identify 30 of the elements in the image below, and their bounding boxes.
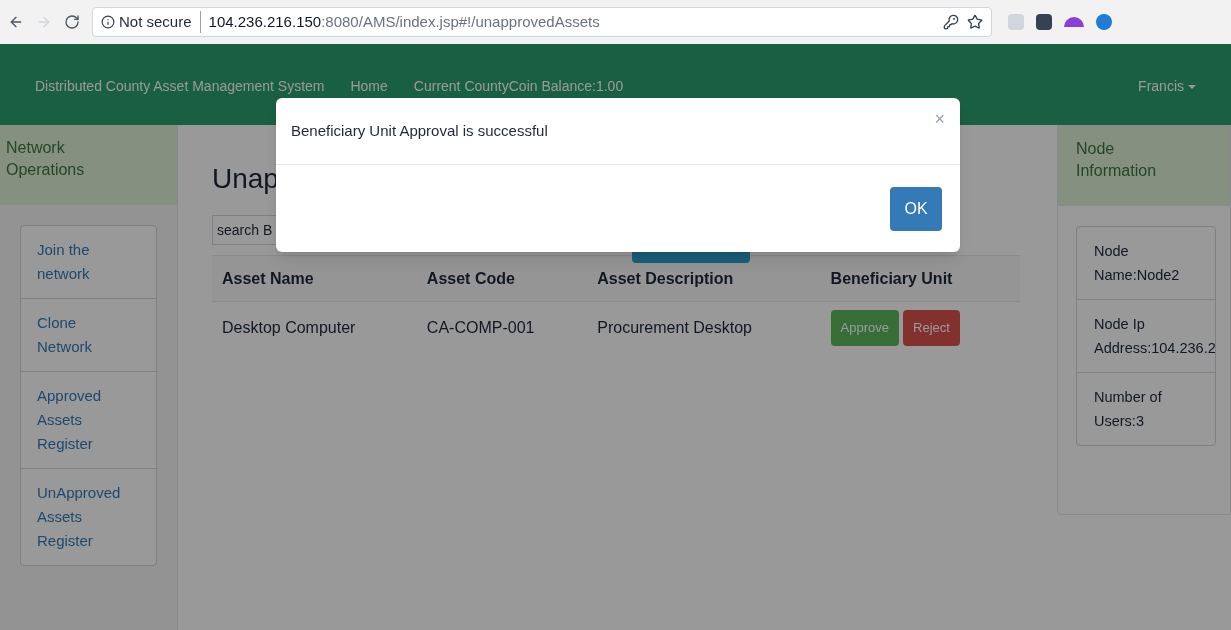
node-info-item: Node Name:Node2 bbox=[1077, 227, 1215, 300]
approve-button[interactable]: Approve bbox=[830, 310, 899, 346]
sidebar-link[interactable]: Approved Assets Register bbox=[21, 372, 156, 469]
column-header: Asset Name bbox=[212, 255, 417, 302]
sidebar-link[interactable]: Clone Network bbox=[21, 299, 156, 372]
modal-message: Beneficiary Unit Approval is successful bbox=[291, 121, 548, 141]
security-label: Not secure bbox=[119, 10, 201, 34]
user-menu[interactable]: Francis bbox=[1138, 76, 1196, 97]
reject-button[interactable]: Reject bbox=[903, 310, 960, 346]
column-header: Asset Code bbox=[416, 255, 588, 302]
table-cell: Procurement Desktop bbox=[587, 301, 821, 354]
page-title: Unap bbox=[212, 162, 280, 196]
node-info-item: Node Ip Address:104.236.2 bbox=[1077, 300, 1215, 373]
url-path: :8080/AMS/index.jsp#!/unapprovedAssets bbox=[321, 11, 600, 32]
column-header: Asset Description bbox=[587, 255, 821, 302]
panel-header: Node Information bbox=[1058, 126, 1230, 206]
brand-title[interactable]: Distributed County Asset Management System bbox=[35, 76, 325, 97]
close-button[interactable]: × bbox=[934, 110, 945, 128]
panel-header: Network Operations bbox=[0, 125, 177, 205]
table-cell: CA-COMP-001 bbox=[416, 301, 588, 354]
url-host: 104.236.216.150 bbox=[207, 11, 322, 32]
sidebar-link[interactable]: UnApproved Assets Register bbox=[21, 469, 156, 565]
table-cell: Desktop Computer bbox=[212, 301, 417, 354]
node-info-item: Number of Users:3 bbox=[1093, 388, 1163, 431]
address-bar[interactable]: Not secure 104.236.216.150:8080/AMS/index.jsp#!/unapprovedAssets bbox=[92, 7, 992, 37]
sidebar-link[interactable]: Join the network bbox=[21, 226, 156, 299]
column-header: Beneficiary Unit bbox=[820, 255, 1020, 302]
ok-button[interactable]: OK bbox=[890, 186, 942, 231]
nav-link[interactable]: Current CountyCoin Balance:1.00 bbox=[413, 76, 624, 97]
nav-link[interactable]: Home bbox=[350, 76, 388, 97]
